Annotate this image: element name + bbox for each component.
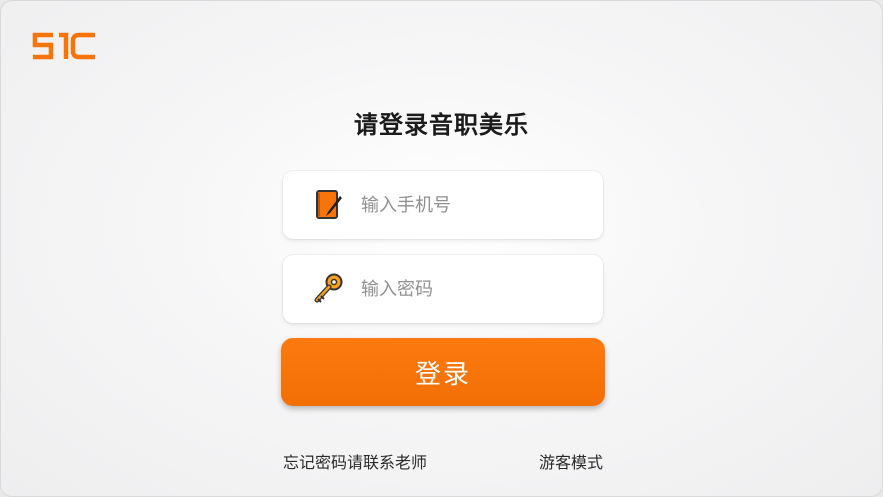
guest-mode-link[interactable]: 游客模式 (539, 449, 603, 473)
phone-field[interactable] (283, 171, 603, 239)
password-input[interactable] (361, 278, 581, 300)
forgot-password-link[interactable]: 忘记密码请联系老师 (283, 449, 427, 473)
app-logo (31, 29, 97, 63)
page-title: 请登录音职美乐 (354, 111, 529, 139)
login-screen: 请登录音职美乐 登录 忘记密码请联系老师 游客模式 (0, 0, 883, 497)
key-icon (311, 271, 347, 307)
login-button[interactable]: 登录 (281, 338, 605, 406)
sic-logo-icon (32, 32, 95, 60)
notebook-pen-icon (311, 187, 347, 223)
password-field[interactable] (283, 255, 603, 323)
phone-input[interactable] (361, 194, 581, 216)
